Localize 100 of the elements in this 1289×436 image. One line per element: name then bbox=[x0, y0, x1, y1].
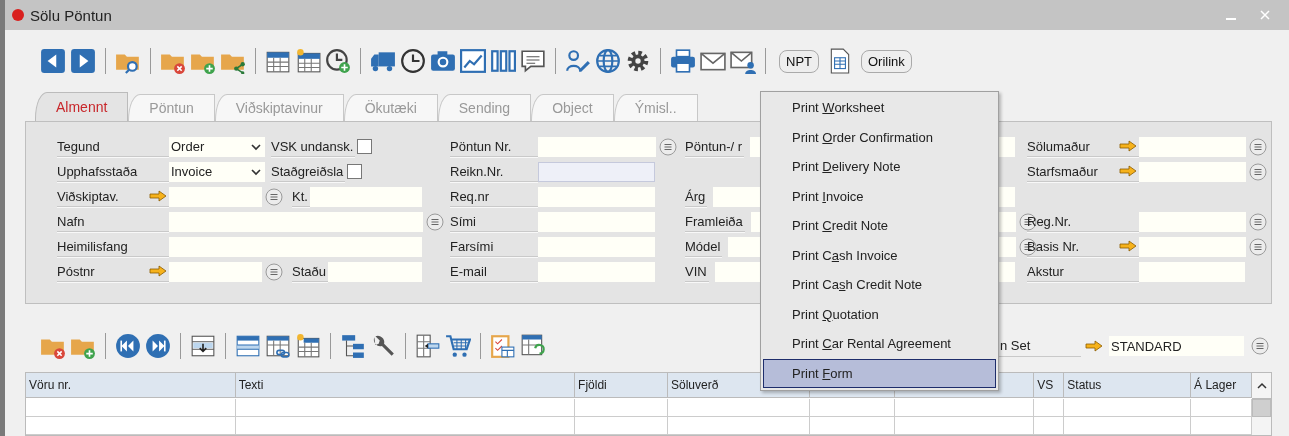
field-label: Sölumaður bbox=[1027, 136, 1139, 157]
field-label: Reikn.Nr. bbox=[450, 161, 538, 182]
field-label: Viðskiptav. bbox=[57, 186, 169, 207]
field-label: Tegund bbox=[57, 136, 169, 157]
field-label: Starfsmaður bbox=[1027, 161, 1139, 182]
field-label: VSK undansk. bbox=[271, 136, 356, 157]
field-label: Staðgreiðsla bbox=[271, 161, 346, 182]
table-icon[interactable] bbox=[235, 333, 261, 359]
orilink-button[interactable]: Orilink bbox=[861, 49, 912, 73]
camera-icon[interactable] bbox=[430, 48, 456, 74]
input-field[interactable]: STANDARD bbox=[1109, 336, 1244, 356]
input-field[interactable] bbox=[1139, 236, 1246, 257]
clipboard-icon[interactable] bbox=[490, 333, 516, 359]
printer-icon[interactable] bbox=[670, 48, 696, 74]
scrollbar-thumb[interactable] bbox=[1252, 399, 1271, 417]
menu-item[interactable]: Print Invoice bbox=[763, 181, 996, 211]
field-label: E-mail bbox=[450, 261, 538, 282]
scroll-up-icon[interactable] bbox=[1252, 373, 1271, 399]
field-label: Akstur bbox=[1027, 261, 1139, 282]
settings-icon[interactable] bbox=[625, 48, 651, 74]
clock-icon[interactable] bbox=[400, 48, 426, 74]
menu-item[interactable]: Print Cash Invoice bbox=[763, 240, 996, 270]
menu-item[interactable]: Print Worksheet bbox=[763, 93, 996, 123]
table-export-icon[interactable] bbox=[415, 333, 441, 359]
arrow-icon[interactable] bbox=[1119, 240, 1137, 252]
column-header[interactable]: VS bbox=[1034, 373, 1065, 398]
comment-icon[interactable] bbox=[520, 48, 546, 74]
menu-item[interactable]: Print Cash Credit Note bbox=[763, 270, 996, 300]
input-field[interactable] bbox=[328, 261, 422, 282]
column-header[interactable]: Vöru nr. bbox=[26, 373, 236, 398]
chevron-icon bbox=[251, 167, 261, 176]
dropdown[interactable]: Order bbox=[169, 136, 265, 157]
column-header[interactable]: Texti bbox=[235, 373, 576, 398]
tab[interactable]: Almennt bbox=[35, 92, 129, 121]
field-label: Árg bbox=[685, 186, 708, 207]
column-header[interactable]: Fjöldi bbox=[575, 373, 668, 398]
table-link-icon[interactable] bbox=[265, 333, 291, 359]
column-header[interactable]: Status bbox=[1064, 373, 1192, 398]
input-field[interactable] bbox=[1139, 261, 1245, 282]
menu-item[interactable]: Print Form bbox=[763, 358, 996, 388]
field-label: Reg.Nr. bbox=[1027, 211, 1139, 232]
arrow-icon[interactable] bbox=[1119, 140, 1137, 152]
arrow-icon[interactable] bbox=[149, 190, 167, 202]
chart-icon[interactable] bbox=[460, 48, 486, 74]
back-icon[interactable] bbox=[40, 48, 66, 74]
field-label: Staðu bbox=[292, 261, 328, 282]
last-icon[interactable] bbox=[145, 333, 171, 359]
field-label: Farsími bbox=[450, 236, 538, 257]
input-field[interactable] bbox=[169, 261, 262, 282]
arrow-icon[interactable] bbox=[1119, 165, 1137, 177]
input-field[interactable] bbox=[538, 236, 655, 257]
user-edit-icon[interactable] bbox=[565, 48, 591, 74]
input-field[interactable] bbox=[169, 186, 262, 207]
checkbox[interactable] bbox=[357, 139, 373, 154]
input-field[interactable] bbox=[1139, 161, 1246, 182]
input-field[interactable] bbox=[1139, 211, 1246, 232]
cart-icon[interactable] bbox=[445, 333, 471, 359]
field-label: Nafn bbox=[57, 211, 169, 232]
npt-button[interactable]: NPT bbox=[779, 49, 819, 73]
menu-item[interactable]: Print Quotation bbox=[763, 299, 996, 329]
arrow-icon[interactable] bbox=[1085, 340, 1103, 352]
table-insert-icon[interactable] bbox=[190, 333, 216, 359]
field-label: Kt. bbox=[292, 186, 310, 207]
field-label: Pöntun-/ r bbox=[685, 136, 745, 157]
field-label: Framleiða bbox=[685, 211, 745, 232]
tree-icon[interactable] bbox=[340, 333, 366, 359]
input-field[interactable] bbox=[169, 236, 422, 257]
clock-add-icon[interactable] bbox=[325, 48, 351, 74]
input-field[interactable] bbox=[169, 211, 423, 232]
first-icon[interactable] bbox=[115, 333, 141, 359]
field-label: Módel bbox=[685, 236, 723, 257]
field-label: Req.nr bbox=[450, 186, 538, 207]
column-header[interactable]: Á Lager bbox=[1191, 373, 1252, 398]
dropdown[interactable]: Invoice bbox=[169, 161, 265, 182]
menu-item[interactable]: Print Delivery Note bbox=[763, 152, 996, 182]
globe-icon[interactable] bbox=[595, 48, 621, 74]
window-title: Sölu Pöntun bbox=[30, 6, 113, 24]
input-field[interactable] bbox=[538, 186, 655, 207]
field-label: Upphafsstaða bbox=[57, 161, 169, 182]
field-label: Sími bbox=[450, 211, 538, 232]
input-field[interactable] bbox=[309, 186, 422, 207]
calendar-new-icon[interactable] bbox=[295, 48, 321, 74]
table-cell bbox=[1034, 417, 1065, 435]
input-field[interactable] bbox=[538, 161, 655, 182]
table-cell bbox=[1034, 399, 1065, 417]
field-label: Pöntun Nr. bbox=[450, 136, 538, 157]
forward-icon[interactable] bbox=[70, 48, 96, 74]
input-field[interactable] bbox=[1139, 136, 1246, 157]
field-label: Póstnr bbox=[57, 261, 169, 282]
menu-item[interactable]: Print Order Confirmation bbox=[763, 122, 996, 152]
menu-item[interactable]: Print Credit Note bbox=[763, 211, 996, 241]
checkbox[interactable] bbox=[347, 164, 363, 179]
input-field[interactable] bbox=[538, 211, 655, 232]
input-field[interactable] bbox=[538, 261, 655, 282]
input-field[interactable] bbox=[538, 136, 656, 157]
columns-icon[interactable] bbox=[490, 48, 516, 74]
arrow-icon[interactable] bbox=[149, 265, 167, 277]
status-dot-icon bbox=[12, 9, 24, 21]
field-label: Basis Nr. bbox=[1027, 236, 1139, 257]
table-new-icon[interactable] bbox=[295, 333, 321, 359]
